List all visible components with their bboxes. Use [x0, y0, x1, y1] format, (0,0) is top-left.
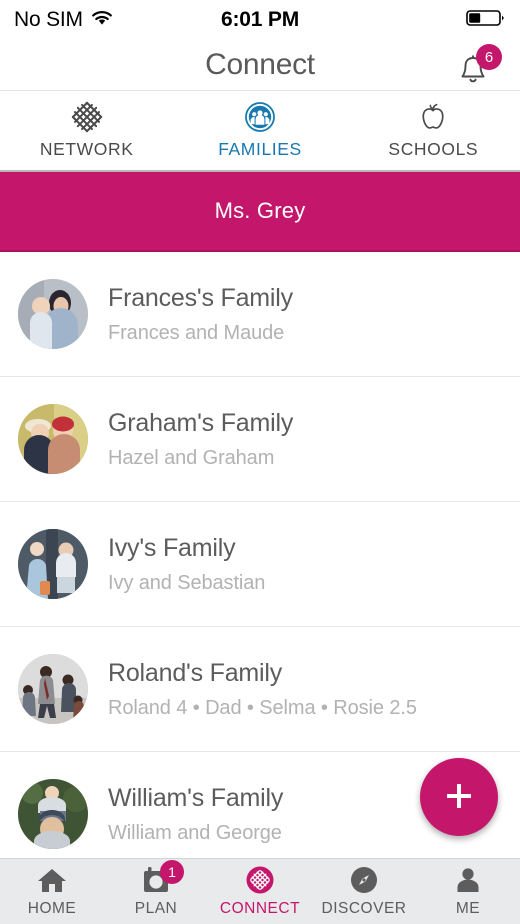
home-icon: [37, 865, 67, 895]
person-icon: [455, 865, 481, 895]
bottom-tab-plan-label: PLAN: [134, 900, 178, 917]
family-title: Ivy's Family: [108, 533, 236, 562]
avatar: [18, 279, 88, 349]
clock-label: 6:01 PM: [221, 8, 299, 31]
list-item[interactable]: Frances's Family Frances and Maude: [0, 252, 520, 377]
tab-families-label: FAMILIES: [218, 138, 302, 159]
family-title: Frances's Family: [108, 283, 293, 312]
list-item[interactable]: Graham's Family Hazel and Graham: [0, 377, 520, 502]
tab-families[interactable]: FAMILIES: [173, 91, 346, 170]
notifications-badge: 6: [476, 44, 502, 70]
plan-badge: 1: [160, 860, 184, 884]
teacher-name-label: Ms. Grey: [214, 198, 306, 223]
bottom-tab-plan[interactable]: 1 PLAN: [104, 859, 208, 924]
bottom-tab-discover-label: DISCOVER: [321, 900, 407, 917]
app-screen: No SIM 6:01 PM Connect 6 NETWORK FAMILIE…: [0, 0, 520, 924]
family-members: Hazel and Graham: [108, 446, 275, 469]
page-title: Connect: [205, 48, 315, 81]
avatar: [18, 779, 88, 849]
apple-icon: [418, 102, 448, 132]
family-members: Roland 4 • Dad • Selma • Rosie 2.5: [108, 696, 417, 719]
tab-schools[interactable]: SCHOOLS: [347, 91, 520, 170]
tab-schools-label: SCHOOLS: [388, 138, 479, 159]
calendar-icon: 1: [142, 860, 184, 895]
families-group-icon: [245, 101, 275, 132]
family-members: Frances and Maude: [108, 321, 285, 344]
list-item[interactable]: Ivy's Family Ivy and Sebastian: [0, 502, 520, 627]
bottom-tab-home[interactable]: HOME: [0, 859, 104, 924]
bottom-tab-me-label: ME: [455, 900, 481, 917]
status-bar-right: [466, 8, 506, 33]
plus-icon: [442, 779, 476, 816]
list-item-text: Frances's Family Frances and Maude: [108, 284, 293, 345]
bottom-tab-me[interactable]: ME: [416, 859, 520, 924]
bottom-tab-bar: HOME 1 PLAN CONNECT DISCOVER ME: [0, 858, 520, 924]
segmented-tab-bar: NETWORK FAMILIES SCHOOLS: [0, 90, 520, 172]
avatar: [18, 404, 88, 474]
network-lattice-icon: [70, 101, 104, 132]
list-item-text: Ivy's Family Ivy and Sebastian: [108, 534, 265, 595]
compass-icon: [349, 865, 379, 895]
list-item[interactable]: Roland's Family Roland 4 • Dad • Selma •…: [0, 627, 520, 752]
list-item-text: Graham's Family Hazel and Graham: [108, 409, 293, 470]
connect-lattice-circle-icon: [245, 865, 275, 895]
list-item-text: Roland's Family Roland 4 • Dad • Selma •…: [108, 659, 417, 720]
list-item-text: William's Family William and George: [108, 784, 283, 845]
family-title: Roland's Family: [108, 658, 283, 687]
family-title: William's Family: [108, 783, 284, 812]
notifications-button[interactable]: 6: [456, 44, 502, 88]
tab-network[interactable]: NETWORK: [0, 91, 173, 170]
family-members: Ivy and Sebastian: [108, 571, 266, 594]
bottom-tab-home-label: HOME: [27, 900, 77, 917]
family-members: William and George: [108, 821, 282, 844]
bottom-tab-discover[interactable]: DISCOVER: [312, 859, 416, 924]
add-family-button[interactable]: [420, 758, 498, 836]
bottom-tab-connect-label: CONNECT: [219, 900, 301, 917]
status-bar: No SIM 6:01 PM: [0, 0, 520, 40]
bottom-tab-connect[interactable]: CONNECT: [208, 859, 312, 924]
teacher-banner[interactable]: Ms. Grey: [0, 172, 520, 252]
family-title: Graham's Family: [108, 408, 294, 437]
avatar: [18, 529, 88, 599]
battery-icon: [466, 8, 506, 33]
navigation-bar: Connect 6: [0, 40, 520, 90]
tab-network-label: NETWORK: [39, 138, 134, 159]
avatar: [18, 654, 88, 724]
